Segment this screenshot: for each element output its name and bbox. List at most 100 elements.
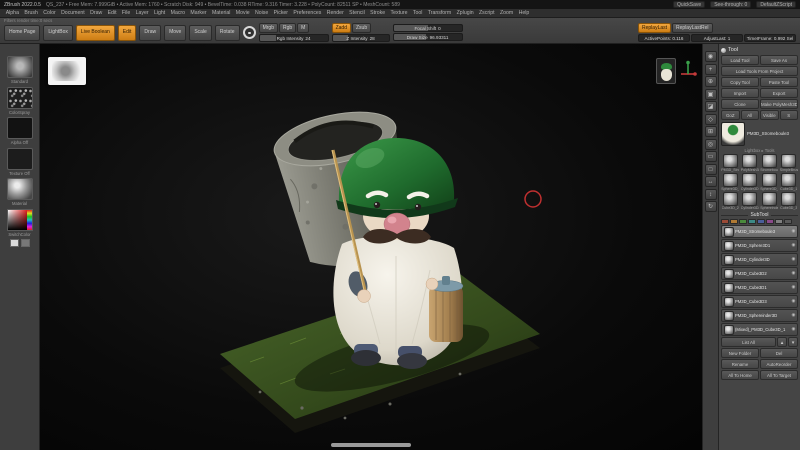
z-intensity-slider[interactable]: Z Intensity 28 xyxy=(332,34,390,42)
current-alpha[interactable]: Alpha Off xyxy=(7,117,33,145)
menu-item[interactable]: Transform xyxy=(425,10,454,16)
local-symmetry-icon[interactable]: ▭ xyxy=(705,151,717,162)
clone-button[interactable]: Clone xyxy=(721,99,759,109)
menu-item[interactable]: Macro xyxy=(168,10,188,16)
live-boolean-button[interactable]: Live Boolean xyxy=(76,25,115,41)
menu-item[interactable]: Movie xyxy=(233,10,252,16)
rename-button[interactable]: Rename xyxy=(721,359,759,369)
primary-color-swatch[interactable] xyxy=(10,239,19,247)
zadd-button[interactable]: Zadd xyxy=(332,23,351,33)
load-tool-button[interactable]: Load Tool xyxy=(721,55,759,65)
subtool-row[interactable]: PM3D_Cube3D1 ◉ xyxy=(721,281,798,294)
tool-thumbnail-cell[interactable]: PM3D_Strom xyxy=(721,154,740,172)
subtool-tag[interactable] xyxy=(766,219,774,224)
tool-thumbnail-cell[interactable]: Sphereinder xyxy=(760,192,779,210)
make-polymesh3d-button[interactable]: Make PolyMesh3D xyxy=(760,99,798,109)
scroll-icon[interactable]: + xyxy=(705,64,717,75)
save-as-button[interactable]: Save As xyxy=(760,55,798,65)
delete-subtool-button[interactable]: Del xyxy=(760,348,798,358)
menu-item[interactable]: Preferences xyxy=(291,10,324,16)
menu-item[interactable]: Marker xyxy=(188,10,210,16)
tool-panel-header[interactable]: Tool xyxy=(721,46,798,54)
subtool-row[interactable]: PM3D_Sphere3D1 ◉ xyxy=(721,239,798,252)
visibility-eye-icon[interactable]: ◉ xyxy=(791,257,795,262)
move-button[interactable]: Move xyxy=(164,25,186,41)
persp-icon[interactable]: ◇ xyxy=(705,114,717,125)
menu-item[interactable]: Edit xyxy=(105,10,119,16)
subtool-down-icon[interactable]: ▼ xyxy=(788,337,798,347)
axis-gizmo-icon[interactable] xyxy=(678,60,698,80)
menu-item[interactable]: Help xyxy=(516,10,532,16)
load-tools-from-project-button[interactable]: Load Tools From Project xyxy=(721,66,798,76)
lightbox-button[interactable]: LightBox xyxy=(43,25,72,41)
visibility-eye-icon[interactable]: ◉ xyxy=(791,229,795,234)
default-zscript-button[interactable]: DefaultZScript xyxy=(756,1,796,8)
edit-button[interactable]: Edit xyxy=(118,25,137,41)
texture-thumbnail-icon[interactable] xyxy=(7,148,33,170)
menu-item[interactable]: Brush xyxy=(22,10,41,16)
tool-thumbnail-cell[interactable]: PolyMesh3D xyxy=(741,154,760,172)
import-button[interactable]: Import xyxy=(721,88,759,98)
move-icon[interactable]: ↔ xyxy=(705,176,717,187)
material-sphere-icon[interactable] xyxy=(7,178,33,200)
s-button[interactable]: S xyxy=(780,110,799,120)
auto-reorder-button[interactable]: AutoReorder xyxy=(760,359,798,369)
menu-item[interactable]: Render xyxy=(324,10,346,16)
menu-item[interactable]: Zplugin xyxy=(454,10,476,16)
subtool-tag[interactable] xyxy=(721,219,729,224)
menu-item[interactable]: Draw xyxy=(87,10,104,16)
tool-thumbnail-cell[interactable]: Sphere3D_1 xyxy=(721,173,740,191)
lightbox-tools-breadcrumb[interactable]: Lightbox ▸ Tools xyxy=(721,148,798,153)
draw-button[interactable]: Draw xyxy=(139,25,161,41)
menu-item[interactable]: Noise xyxy=(252,10,271,16)
list-all-button[interactable]: List All xyxy=(721,337,776,347)
visibility-eye-icon[interactable]: ◉ xyxy=(791,299,795,304)
subtool-section-title[interactable]: SubTool xyxy=(721,212,798,218)
active-tool[interactable]: PM3D_Stromeboule3 xyxy=(721,122,798,146)
subtool-tag[interactable] xyxy=(748,219,756,224)
subtool-row[interactable]: PM3D_Sphereinder3D ◉ xyxy=(721,309,798,322)
viewport-model-gnome[interactable] xyxy=(40,44,702,450)
stroke-thumbnail-icon[interactable] xyxy=(7,87,33,109)
canvas-horizontal-scrollbar[interactable] xyxy=(331,443,411,447)
visibility-eye-icon[interactable]: ◉ xyxy=(791,271,795,276)
current-material[interactable]: Material xyxy=(7,178,33,206)
visible-button[interactable]: Visible xyxy=(760,110,779,120)
all-to-target-button[interactable]: All To Target xyxy=(760,370,798,380)
subtool-row[interactable]: PM3D_Cube3D2 ◉ xyxy=(721,267,798,280)
zoom-icon[interactable]: ⊕ xyxy=(705,76,717,87)
quicksave-button[interactable]: QuickSave xyxy=(673,1,705,8)
alpha-thumbnail-icon[interactable] xyxy=(7,117,33,139)
zsub-button[interactable]: Zsub xyxy=(352,23,371,33)
subtool-row[interactable]: (Mixed)_PM3D_Cube3D_1 ◉ xyxy=(721,323,798,336)
brush-thumbnail-icon[interactable] xyxy=(7,56,33,78)
menu-item[interactable]: Zscript xyxy=(476,10,497,16)
subtool-up-icon[interactable]: ▲ xyxy=(777,337,787,347)
scale-button[interactable]: Scale xyxy=(189,25,212,41)
aa-half-icon[interactable]: ◪ xyxy=(705,101,717,112)
viewport-canvas[interactable] xyxy=(40,44,702,450)
visibility-eye-icon[interactable]: ◉ xyxy=(791,285,795,290)
current-stroke[interactable]: ColorSpray xyxy=(7,87,33,115)
tool-thumbnail-cell[interactable]: Cylinder3D2 xyxy=(741,192,760,210)
color-saturation-square[interactable] xyxy=(8,210,27,230)
subtool-tag[interactable] xyxy=(757,219,765,224)
see-through-slider[interactable]: See-through: 0 xyxy=(710,1,751,8)
current-texture[interactable]: Texture Off xyxy=(7,148,33,176)
alpha-preview-thumbnail[interactable] xyxy=(48,57,86,85)
subtool-tag[interactable] xyxy=(739,219,747,224)
export-button[interactable]: Export xyxy=(760,88,798,98)
rotate-button[interactable]: Rotate xyxy=(215,25,240,41)
tool-thumbnail-cell[interactable]: Cube3D_3 xyxy=(780,192,799,210)
current-brush[interactable]: Standard xyxy=(7,56,33,84)
active-points-slider[interactable]: ActivePoints: 0.116 xyxy=(638,34,690,42)
menu-item[interactable]: Document xyxy=(58,10,87,16)
visibility-eye-icon[interactable]: ◉ xyxy=(791,243,795,248)
menu-item[interactable]: Zoom xyxy=(497,10,516,16)
menu-item[interactable]: Tool xyxy=(410,10,425,16)
menu-item[interactable]: Color xyxy=(41,10,59,16)
home-page-button[interactable]: Home Page xyxy=(4,25,40,41)
menu-item[interactable]: Alpha xyxy=(3,10,22,16)
tool-thumbnail-cell[interactable]: Cube3D_1 xyxy=(780,173,799,191)
rgb-intensity-slider[interactable]: Rgb Intensity 24 xyxy=(259,34,329,42)
